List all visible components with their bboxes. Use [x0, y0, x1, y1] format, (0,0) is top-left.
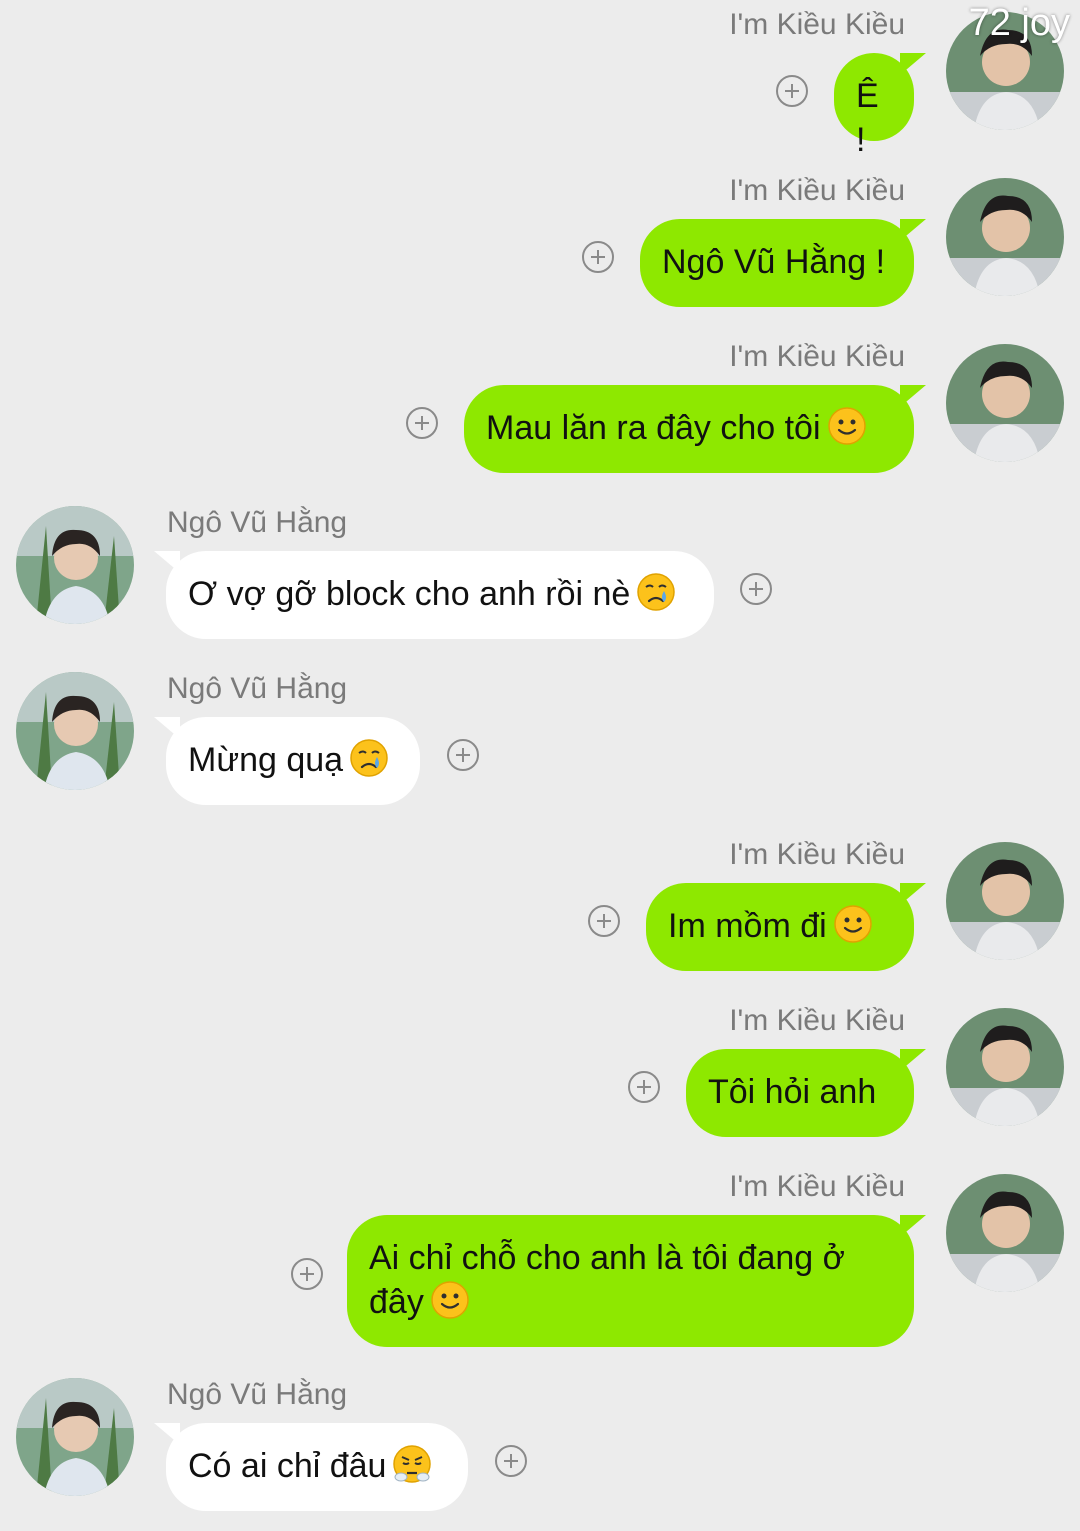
avatar[interactable] — [16, 672, 134, 790]
smile-emoji-icon — [827, 407, 866, 445]
message-row: I'm Kiều Kiều Ai chỉ chỗ cho anh là tôi … — [0, 1170, 1080, 1350]
add-reaction-icon[interactable] — [628, 1071, 660, 1103]
message-text: Ơ vợ gỡ block cho anh rồi nè — [188, 575, 631, 613]
sender-name: I'm Kiều Kiều — [729, 1004, 905, 1037]
crying-emoji-icon — [637, 573, 676, 611]
add-reaction-icon[interactable] — [740, 573, 772, 605]
message-text: Tôi hỏi anh — [708, 1073, 877, 1111]
message-row: I'm Kiều Kiều Ê ! — [0, 8, 1080, 159]
avatar[interactable] — [946, 842, 1064, 960]
message-bubble[interactable]: Ai chỉ chỗ cho anh là tôi đang ở đây — [347, 1215, 914, 1347]
message-text: Ngô Vũ Hằng ! — [662, 243, 886, 281]
add-reaction-icon[interactable] — [582, 241, 614, 273]
message-bubble[interactable]: Mừng quạ — [166, 717, 420, 805]
add-reaction-icon[interactable] — [447, 739, 479, 771]
message-row: I'm Kiều Kiều Im mồm đi — [0, 838, 1080, 973]
watermark: 72 joy — [968, 2, 1070, 44]
message-text: Có ai chỉ đâu — [188, 1447, 387, 1485]
avatar[interactable] — [16, 1378, 134, 1496]
sender-name: I'm Kiều Kiều — [729, 340, 905, 373]
add-reaction-icon[interactable] — [291, 1258, 323, 1290]
add-reaction-icon[interactable] — [776, 75, 808, 107]
avatar[interactable] — [946, 344, 1064, 462]
message-text: Ê ! — [856, 77, 879, 159]
message-row: Ngô Vũ Hằng Có ai chỉ đâu — [0, 1378, 1080, 1513]
avatar[interactable] — [946, 1174, 1064, 1292]
sender-name: I'm Kiều Kiều — [729, 8, 905, 41]
message-row: I'm Kiều Kiều Ngô Vũ Hằng ! — [0, 174, 1080, 309]
add-reaction-icon[interactable] — [406, 407, 438, 439]
add-reaction-icon[interactable] — [588, 905, 620, 937]
message-text: Im mồm đi — [668, 907, 827, 945]
smile-emoji-icon — [431, 1281, 469, 1319]
avatar[interactable] — [16, 506, 134, 624]
message-text: Mừng quạ — [188, 741, 344, 779]
message-bubble[interactable]: Ngô Vũ Hằng ! — [640, 219, 914, 307]
avatar[interactable] — [946, 1008, 1064, 1126]
sender-name: I'm Kiều Kiều — [729, 838, 905, 871]
sender-name: I'm Kiều Kiều — [729, 1170, 905, 1203]
message-row: Ngô Vũ Hằng Mừng quạ — [0, 672, 1080, 807]
message-row: Ngô Vũ Hằng Ơ vợ gỡ block cho anh rồi nè — [0, 506, 1080, 641]
message-bubble[interactable]: Ơ vợ gỡ block cho anh rồi nè — [166, 551, 714, 639]
message-bubble[interactable]: Im mồm đi — [646, 883, 914, 971]
message-row: I'm Kiều Kiều Tôi hỏi anh — [0, 1004, 1080, 1139]
message-bubble[interactable]: Mau lăn ra đây cho tôi — [464, 385, 914, 473]
smile-emoji-icon — [833, 905, 872, 943]
avatar[interactable] — [946, 178, 1064, 296]
sender-name: Ngô Vũ Hằng — [167, 1378, 348, 1411]
message-bubble[interactable]: Tôi hỏi anh — [686, 1049, 914, 1137]
sender-name: Ngô Vũ Hằng — [167, 506, 348, 539]
crying-emoji-icon — [350, 739, 388, 777]
message-bubble[interactable]: Ê ! — [834, 53, 914, 159]
huffing-emoji-icon — [393, 1445, 432, 1483]
message-bubble[interactable]: Có ai chỉ đâu — [166, 1423, 468, 1511]
sender-name: Ngô Vũ Hằng — [167, 672, 348, 705]
add-reaction-icon[interactable] — [495, 1445, 527, 1477]
message-row: I'm Kiều Kiều Mau lăn ra đây cho tôi — [0, 340, 1080, 475]
sender-name: I'm Kiều Kiều — [729, 174, 905, 207]
message-text: Mau lăn ra đây cho tôi — [486, 409, 821, 447]
